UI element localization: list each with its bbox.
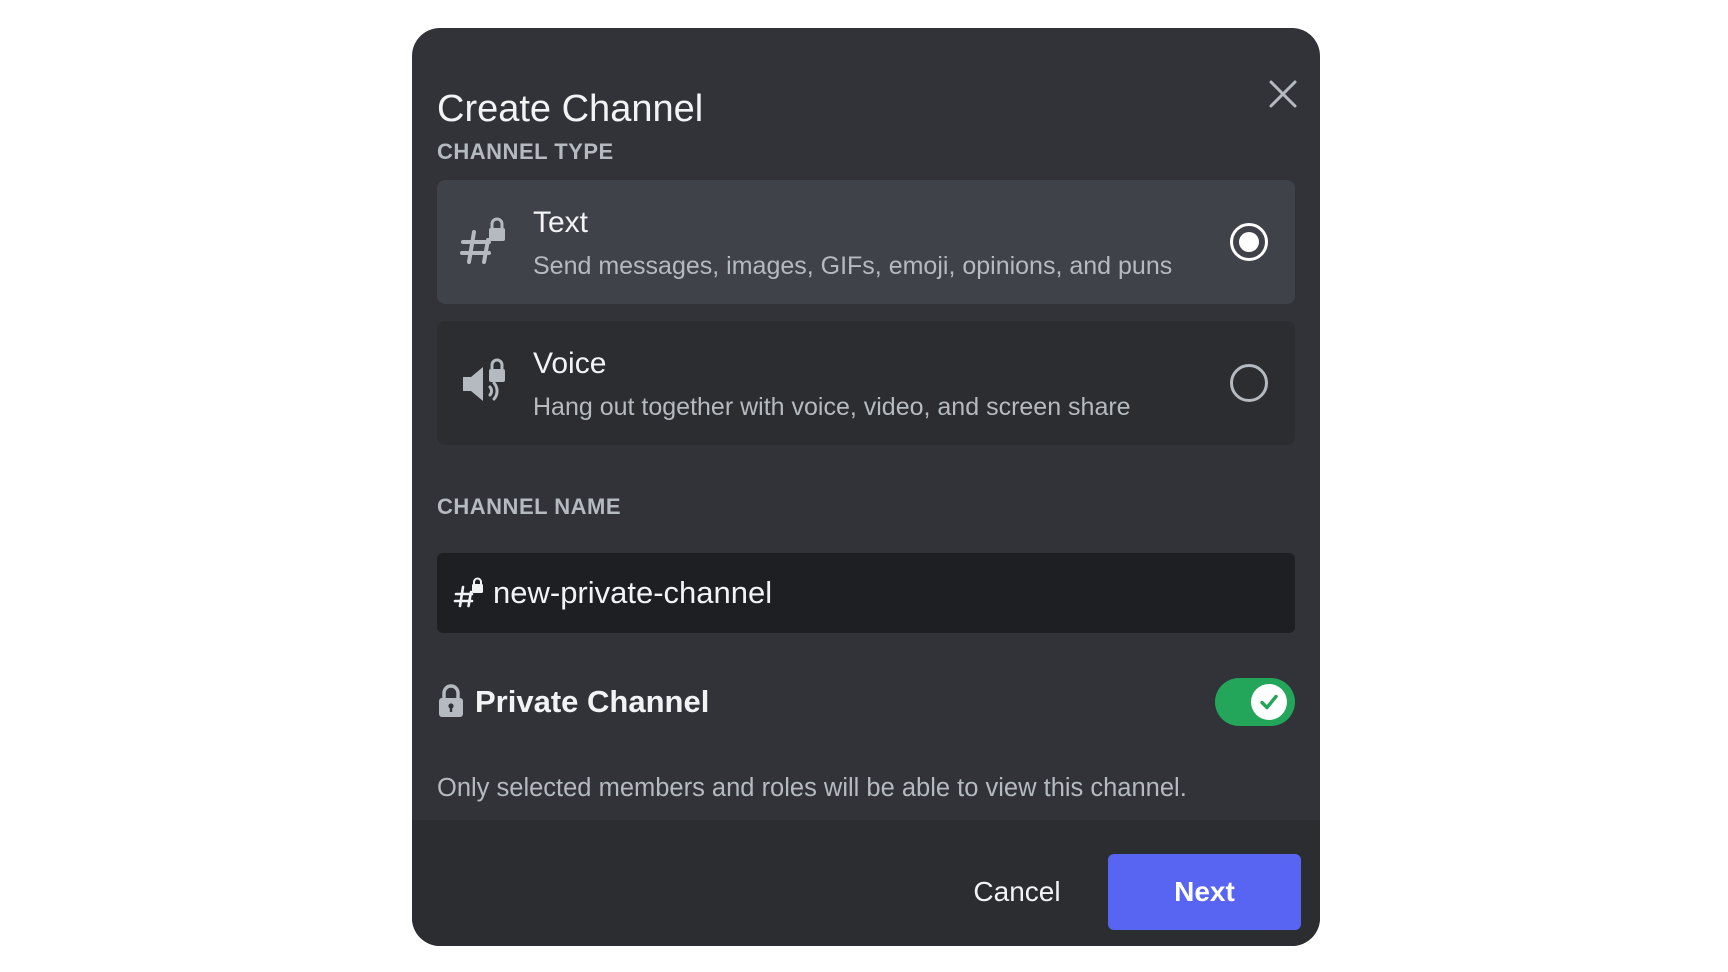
channel-name-label: CHANNEL NAME: [437, 494, 622, 519]
radio-selected-icon[interactable]: [1229, 222, 1269, 262]
checkmark-icon: [1260, 694, 1278, 710]
modal-footer: Cancel Next: [412, 820, 1320, 946]
channel-type-voice-option[interactable]: Voice Hang out together with voice, vide…: [437, 321, 1295, 445]
cancel-button[interactable]: Cancel: [942, 854, 1092, 930]
close-icon: [1269, 80, 1297, 108]
speaker-lock-icon: [463, 358, 505, 401]
hashtag-lock-icon: [453, 577, 483, 608]
channel-type-text-option[interactable]: Text Send messages, images, GIFs, emoji,…: [437, 180, 1295, 304]
channel-name-input[interactable]: [493, 553, 1283, 633]
close-button[interactable]: [1261, 72, 1305, 116]
modal-title: Create Channel: [437, 88, 704, 130]
hashtag-lock-icon: [460, 217, 505, 264]
lock-icon: [439, 684, 463, 717]
voice-option-name: Voice: [533, 347, 607, 380]
private-channel-toggle[interactable]: [1215, 678, 1295, 726]
channel-name-field: [437, 553, 1295, 633]
text-option-description: Send messages, images, GIFs, emoji, opin…: [533, 252, 1173, 280]
radio-unselected-icon[interactable]: [1229, 363, 1269, 403]
private-channel-row: Private Channel: [437, 676, 1295, 728]
private-channel-description: Only selected members and roles will be …: [437, 774, 1187, 802]
text-option-name: Text: [533, 206, 589, 239]
channel-type-label: CHANNEL TYPE: [437, 139, 614, 164]
next-button[interactable]: Next: [1108, 854, 1301, 930]
create-channel-modal: Create Channel CHANNEL TYPE Text Send me…: [412, 28, 1320, 946]
private-channel-label: Private Channel: [475, 684, 710, 719]
voice-option-description: Hang out together with voice, video, and…: [533, 393, 1131, 421]
toggle-knob: [1251, 684, 1287, 720]
